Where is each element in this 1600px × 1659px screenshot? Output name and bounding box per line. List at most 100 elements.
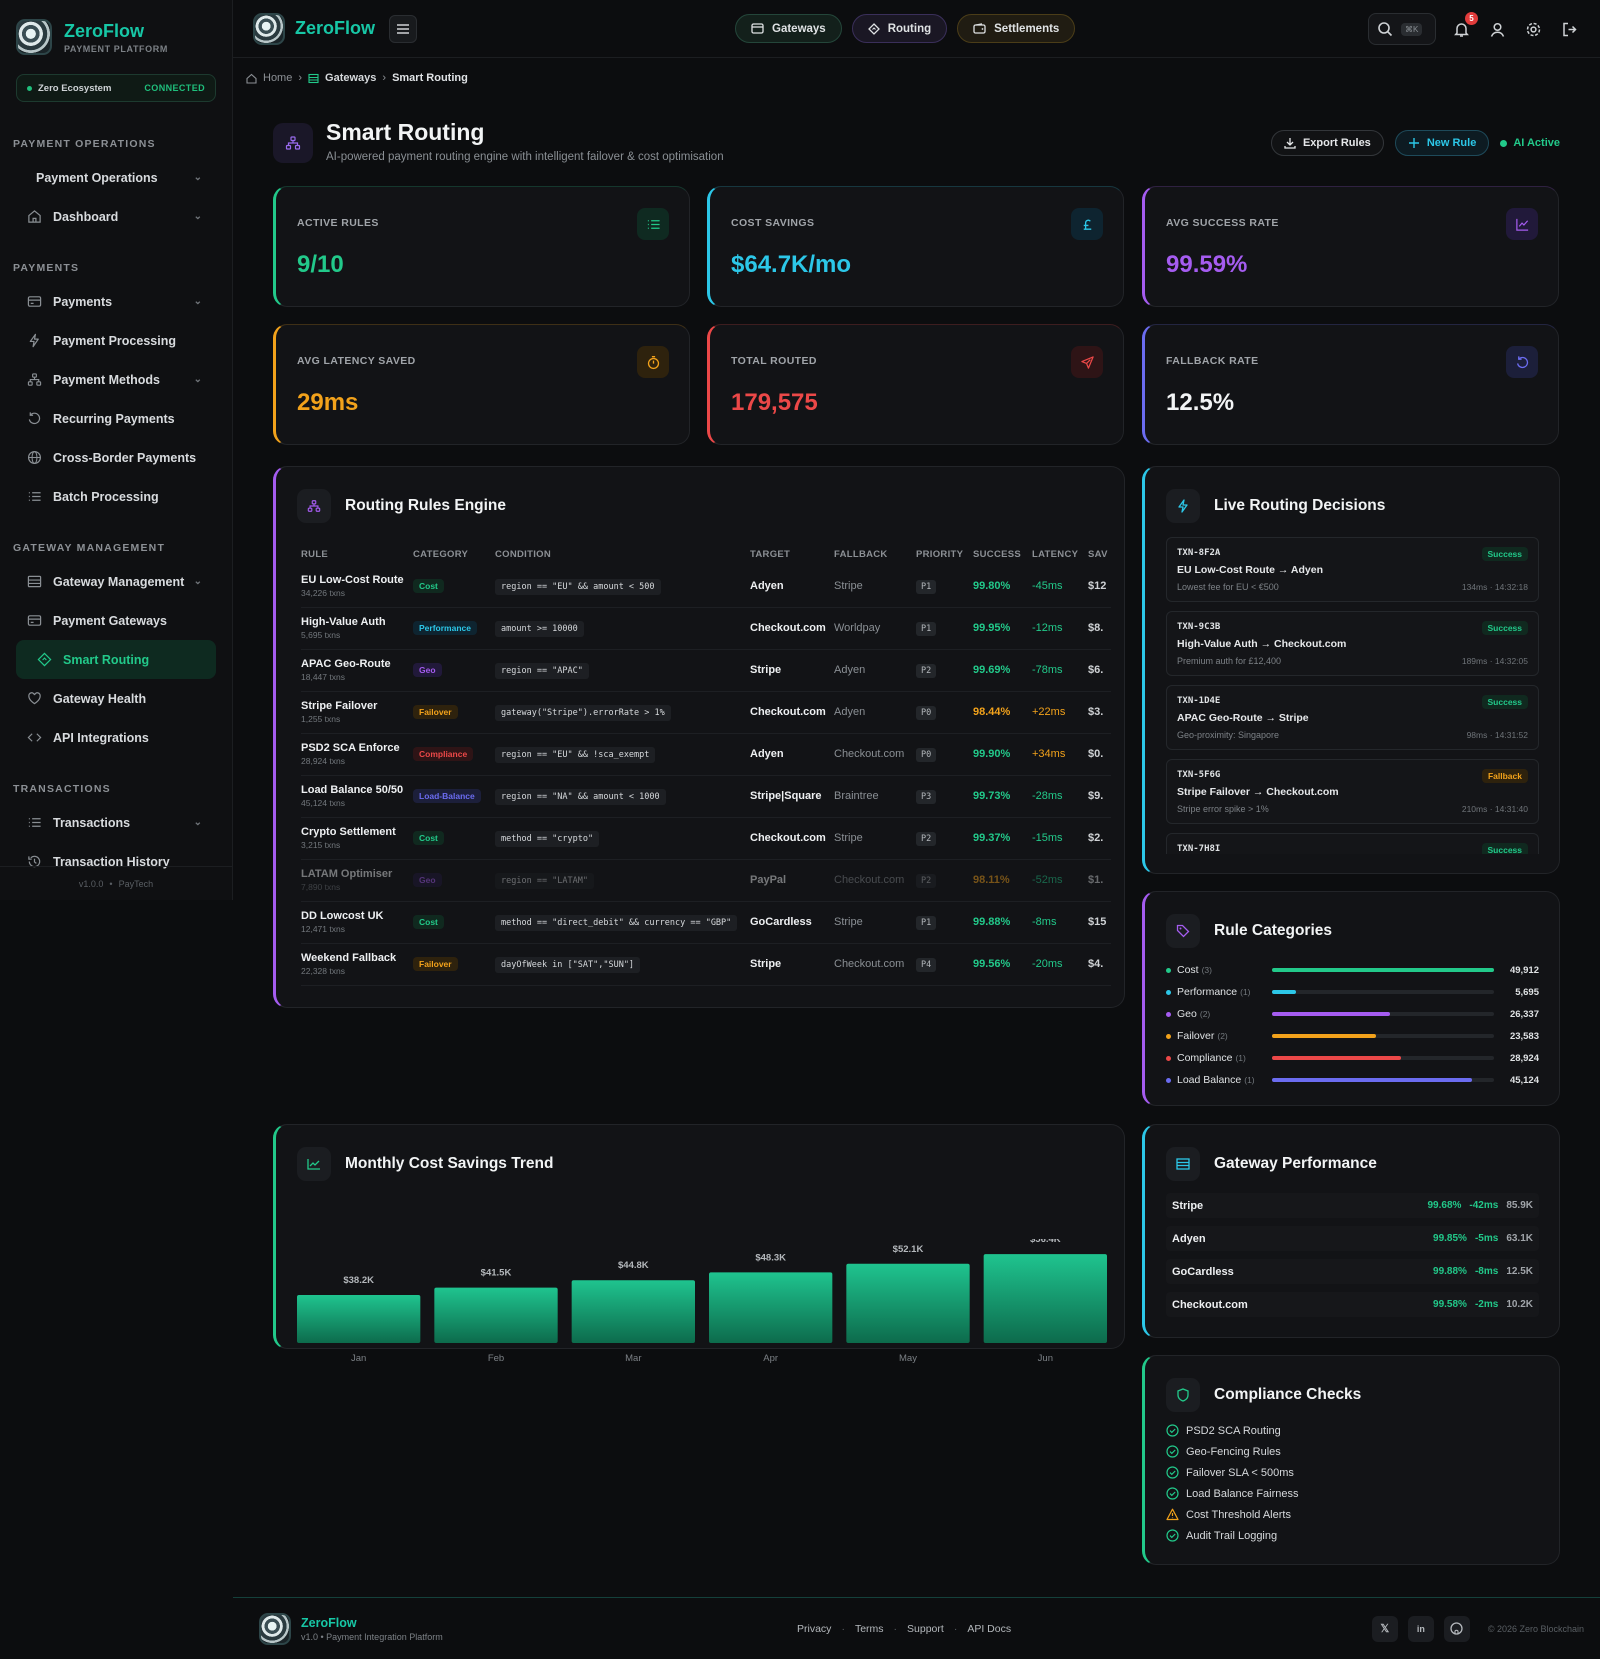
live-decision-item[interactable]: TXN-1D4E Success APAC Geo-Route → Stripe… xyxy=(1166,685,1539,750)
notifications-button[interactable]: 5 xyxy=(1450,12,1478,40)
logout-button[interactable] xyxy=(1558,18,1580,40)
gear-icon xyxy=(1526,22,1540,36)
table-row[interactable]: Stripe Failover 1,255 txns Failover gatew… xyxy=(301,691,1111,734)
sidebar-item-payment-processing[interactable]: Payment Processing xyxy=(0,321,232,360)
column-header[interactable]: FALLBACK xyxy=(834,543,916,565)
sidebar-item-dashboard[interactable]: Dashboard ⌄ xyxy=(0,197,232,236)
category-row[interactable]: Cost (3) 49,912 xyxy=(1166,959,1539,981)
column-header[interactable]: SUCCESS xyxy=(973,543,1032,565)
logout-icon xyxy=(1562,22,1577,36)
table-row[interactable]: Crypto Settlement 3,215 txns Cost method … xyxy=(301,817,1111,860)
column-header[interactable]: LATENCY xyxy=(1032,543,1088,565)
github-social-button[interactable] xyxy=(1443,1615,1470,1642)
check-circle-icon xyxy=(1166,1445,1179,1458)
gateway-row[interactable]: Checkout.com 99.58% -2ms 10.2K xyxy=(1166,1292,1539,1317)
bar-feb[interactable] xyxy=(434,1287,558,1343)
footer-brand[interactable]: ZeroFlow v1.0 • Payment Integration Plat… xyxy=(259,1612,443,1645)
pill-gateways[interactable]: Gateways xyxy=(735,14,842,43)
column-header[interactable]: CONDITION xyxy=(495,543,750,565)
sidebar-item-label: Payments xyxy=(53,294,113,309)
sidebar-item-payments[interactable]: Payments ⌄ xyxy=(0,282,232,321)
bar-apr[interactable] xyxy=(709,1272,833,1343)
table-row[interactable]: PSD2 SCA Enforce 28,924 txns Compliance r… xyxy=(301,733,1111,776)
rule-txn-count: 22,328 txns xyxy=(301,966,345,976)
sidebar-item-gateway-health[interactable]: Gateway Health xyxy=(0,679,232,718)
table-row[interactable]: Weekend Fallback 22,328 txns Failover day… xyxy=(301,943,1111,986)
sidebar-item-payment-gateways[interactable]: Payment Gateways xyxy=(0,601,232,640)
category-count: (1) xyxy=(1235,1053,1246,1063)
gateway-row[interactable]: Adyen 99.85% -5ms 63.1K xyxy=(1166,1226,1539,1251)
pill-routing[interactable]: Routing xyxy=(851,14,948,43)
gateway-row[interactable]: Stripe 99.68% -42ms 85.9K xyxy=(1166,1193,1539,1218)
sidebar-brand[interactable]: ZeroFlow PAYMENT PLATFORM xyxy=(0,0,232,58)
table-row[interactable]: APAC Geo-Route 18,447 txns Geo region == … xyxy=(301,649,1111,692)
menu-toggle-button[interactable] xyxy=(389,14,417,43)
live-decision-item[interactable]: TXN-9C3B Success High-Value Auth → Check… xyxy=(1166,611,1539,676)
bar-may[interactable] xyxy=(846,1263,970,1343)
footer-link-support[interactable]: Support xyxy=(907,1623,944,1635)
sidebar-item-cross-border-payments[interactable]: Cross-Border Payments xyxy=(0,438,232,477)
column-header[interactable]: RULE xyxy=(301,543,413,565)
bar-jun[interactable] xyxy=(983,1254,1107,1343)
rule-name: EU Low-Cost Route xyxy=(301,573,404,586)
search-button[interactable]: ⌘K xyxy=(1368,13,1436,45)
sidebar-item-recurring-payments[interactable]: Recurring Payments xyxy=(0,399,232,438)
rule-txn-count: 7,890 txns xyxy=(301,882,341,892)
condition-cell: gateway("Stripe").errorRate > 1% xyxy=(495,691,750,734)
topbar-brand[interactable]: ZeroFlow xyxy=(253,12,375,45)
latency-delta: -52ms xyxy=(1032,859,1088,902)
column-header[interactable]: PRIORITY xyxy=(916,543,973,565)
stat-value: 12.5% xyxy=(1166,389,1235,416)
category-row[interactable]: Performance (1) 5,695 xyxy=(1166,981,1539,1003)
pill-label: Gateways xyxy=(772,22,826,35)
table-row[interactable]: LATAM Optimiser 7,890 txns Geo region == … xyxy=(301,859,1111,902)
x-social-button[interactable]: 𝕏 xyxy=(1371,1615,1398,1642)
nav-icon xyxy=(36,652,52,668)
table-row[interactable]: High-Value Auth 5,695 txns Performance am… xyxy=(301,607,1111,650)
ecosystem-status[interactable]: Zero Ecosystem CONNECTED xyxy=(16,74,216,102)
sidebar-item-gateway-management[interactable]: Gateway Management ⌄ xyxy=(0,562,232,601)
live-decision-item[interactable]: TXN-8F2A Success EU Low-Cost Route → Ady… xyxy=(1166,537,1539,602)
condition-code: region == "EU" && !sca_exempt xyxy=(495,747,656,763)
sidebar-item-transactions[interactable]: Transactions ⌄ xyxy=(0,803,232,842)
bar-mar[interactable] xyxy=(571,1280,695,1343)
footer-link-privacy[interactable]: Privacy xyxy=(797,1623,831,1635)
sidebar-item-api-integrations[interactable]: API Integrations xyxy=(0,718,232,757)
download-icon xyxy=(1284,138,1296,149)
column-header[interactable]: TARGET xyxy=(750,543,834,565)
sidebar-item-smart-routing[interactable]: Smart Routing xyxy=(16,640,216,679)
priority-cell: P2 xyxy=(916,649,973,692)
sidebar-item-payment-operations[interactable]: Payment Operations ⌄ xyxy=(0,158,232,197)
brand-subtitle: PAYMENT PLATFORM xyxy=(64,43,168,54)
footer-link-terms[interactable]: Terms xyxy=(855,1623,884,1635)
condition-code: dayOfWeek in ["SAT","SUN"] xyxy=(495,957,641,973)
table-row[interactable]: EU Low-Cost Route 34,226 txns Cost region… xyxy=(301,565,1111,608)
category-row[interactable]: Load Balance (1) 45,124 xyxy=(1166,1069,1539,1091)
profile-button[interactable] xyxy=(1486,18,1508,40)
new-rule-button[interactable]: New Rule xyxy=(1394,130,1490,156)
category-row[interactable]: Compliance (1) 28,924 xyxy=(1166,1047,1539,1069)
target-gateway: Stripe xyxy=(750,649,834,692)
column-header[interactable]: SAV xyxy=(1088,543,1111,565)
category-row[interactable]: Geo (2) 26,337 xyxy=(1166,1003,1539,1025)
panel-header: Gateway Performance xyxy=(1166,1147,1377,1181)
live-decision-item[interactable]: TXN-5F6G Fallback Stripe Failover → Chec… xyxy=(1166,759,1539,824)
bolt-icon xyxy=(29,333,39,348)
settings-button[interactable] xyxy=(1522,18,1544,40)
breadcrumb-home[interactable]: Home xyxy=(263,72,292,84)
linkedin-social-button[interactable]: in xyxy=(1407,1615,1434,1642)
gateway-row[interactable]: GoCardless 99.88% -8ms 12.5K xyxy=(1166,1259,1539,1284)
category-row[interactable]: Failover (2) 23,583 xyxy=(1166,1025,1539,1047)
live-decision-item[interactable]: TXN-7H8I Success xyxy=(1166,833,1539,854)
bar-jan[interactable] xyxy=(297,1295,421,1343)
export-rules-button[interactable]: Export Rules xyxy=(1270,130,1384,156)
breadcrumb-parent[interactable]: Gateways xyxy=(325,72,376,84)
column-header[interactable]: CATEGORY xyxy=(413,543,495,565)
sidebar-item-batch-processing[interactable]: Batch Processing xyxy=(0,477,232,516)
priority-cell: P2 xyxy=(916,817,973,860)
table-row[interactable]: Load Balance 50/50 45,124 txns Load-Balan… xyxy=(301,775,1111,818)
table-row[interactable]: DD Lowcost UK 12,471 txns Cost method == … xyxy=(301,901,1111,944)
pill-settlements[interactable]: Settlements xyxy=(957,14,1076,43)
sidebar-item-payment-methods[interactable]: Payment Methods ⌄ xyxy=(0,360,232,399)
footer-link-api-docs[interactable]: API Docs xyxy=(967,1623,1011,1635)
